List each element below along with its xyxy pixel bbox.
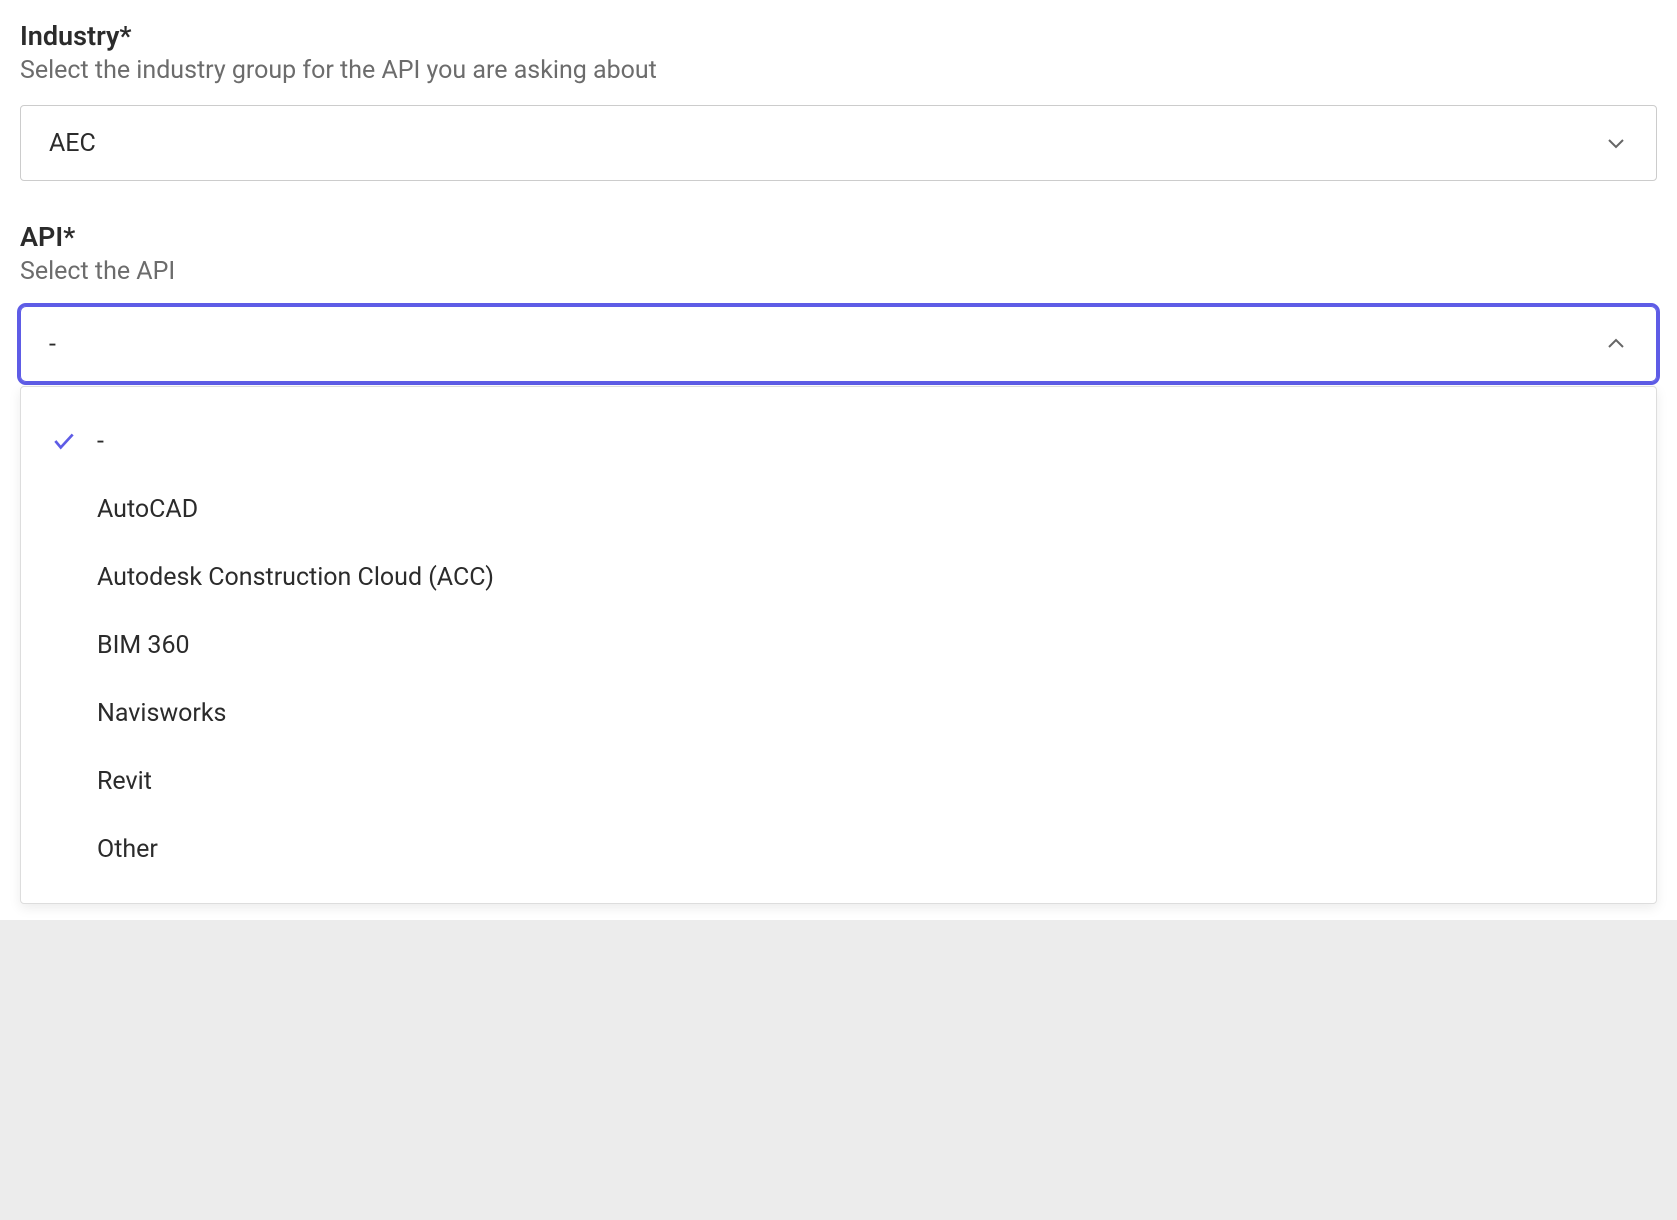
industry-select[interactable]: AEC: [20, 105, 1657, 181]
api-option-other[interactable]: Other: [21, 815, 1656, 883]
form-container: Industry* Select the industry group for …: [20, 20, 1657, 382]
api-description: Select the API: [20, 257, 1657, 286]
api-option-acc[interactable]: Autodesk Construction Cloud (ACC): [21, 543, 1656, 611]
api-label: API*: [20, 221, 1657, 253]
api-select[interactable]: -: [20, 306, 1657, 382]
api-dropdown: - - AutoCAD Autodesk Cons: [20, 306, 1657, 382]
check-icon: [49, 426, 79, 456]
api-option-revit[interactable]: Revit: [21, 747, 1656, 815]
industry-field-group: Industry* Select the industry group for …: [20, 20, 1657, 181]
api-option-autocad[interactable]: AutoCAD: [21, 475, 1656, 543]
api-dropdown-menu: - AutoCAD Autodesk Construction Cloud (A…: [20, 386, 1657, 904]
check-placeholder: [49, 562, 79, 592]
chevron-up-icon: [1604, 332, 1628, 356]
api-field-group: API* Select the API - - AutoCAD: [20, 221, 1657, 382]
industry-selected-value: AEC: [49, 129, 96, 158]
api-option-navisworks[interactable]: Navisworks: [21, 679, 1656, 747]
api-option-dash[interactable]: -: [21, 407, 1656, 475]
api-option-label: Navisworks: [97, 699, 1628, 728]
api-option-label: Other: [97, 835, 1628, 864]
api-option-label: AutoCAD: [97, 495, 1628, 524]
api-option-label: Autodesk Construction Cloud (ACC): [97, 563, 1628, 592]
api-option-bim360[interactable]: BIM 360: [21, 611, 1656, 679]
industry-label: Industry*: [20, 20, 1657, 52]
check-placeholder: [49, 766, 79, 796]
check-placeholder: [49, 494, 79, 524]
check-placeholder: [49, 834, 79, 864]
api-option-label: Revit: [97, 767, 1628, 796]
industry-description: Select the industry group for the API yo…: [20, 56, 1657, 85]
api-option-label: -: [97, 427, 1628, 456]
api-selected-value: -: [49, 330, 56, 359]
api-option-label: BIM 360: [97, 631, 1628, 660]
check-placeholder: [49, 630, 79, 660]
check-placeholder: [49, 698, 79, 728]
chevron-down-icon: [1604, 131, 1628, 155]
footer-background: [0, 920, 1677, 1220]
